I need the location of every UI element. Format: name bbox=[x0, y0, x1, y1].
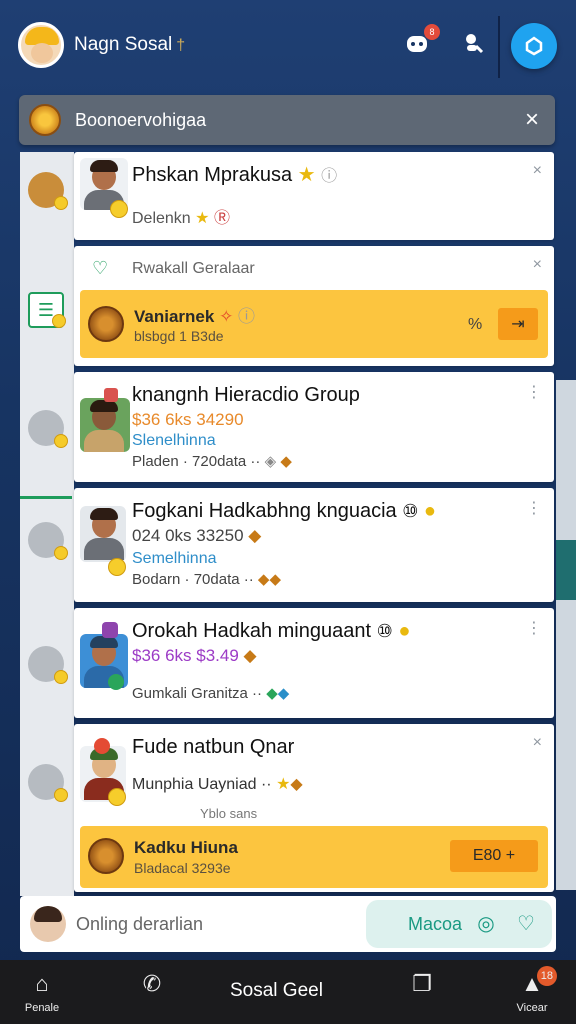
promo-subtitle: Bladacal 3293e bbox=[134, 860, 231, 876]
scroll-edge-accent bbox=[556, 540, 576, 600]
price: 024 0ks 33250 ◆ bbox=[132, 526, 262, 545]
meta: Bodarn · 70data ·· ◆◆ bbox=[132, 571, 281, 588]
coin-icon bbox=[108, 558, 126, 576]
nav-pages[interactable]: ❐ bbox=[410, 972, 434, 996]
group-card[interactable]: Orokah Hadkah minguaant ⑩ ● $36 6ks $3.4… bbox=[74, 608, 554, 718]
nav-center-label[interactable]: Sosal Geel bbox=[230, 980, 323, 1002]
group-title: knangnh Hieracdio Group bbox=[132, 384, 360, 406]
suggestion-header: Rwakall Geralaar bbox=[132, 260, 255, 277]
rail-item-search-icon[interactable] bbox=[28, 764, 68, 802]
bot-icon[interactable]: 8 bbox=[402, 24, 440, 58]
rail-item-circle-icon[interactable] bbox=[28, 410, 68, 448]
online-badge bbox=[108, 674, 124, 690]
close-icon[interactable]: × bbox=[533, 162, 542, 180]
price: $36 6ks 34290 bbox=[132, 410, 244, 429]
nav-home[interactable]: ⌂ Penale bbox=[20, 971, 64, 1015]
medal-icon bbox=[88, 838, 124, 874]
side-rail: ☰ bbox=[20, 152, 74, 896]
phone-icon: ✆ bbox=[142, 971, 162, 996]
home-icon: ⌂ bbox=[35, 971, 49, 996]
search-banner[interactable]: Boonoervohigaa × bbox=[19, 95, 555, 145]
rail-item-food-icon[interactable] bbox=[28, 172, 68, 210]
composer-action[interactable]: Macoa ◎ ♡ bbox=[366, 900, 552, 948]
promo-subtitle: blsbgd 1 B3de bbox=[134, 328, 224, 344]
promo-title: Vaniarnek ✧ ⓘ bbox=[134, 307, 256, 326]
group-card[interactable]: Fogkani Hadkabhng knguacia ⑩ ● 024 0ks 3… bbox=[74, 488, 554, 602]
more-icon[interactable]: ⋮ bbox=[526, 618, 542, 638]
category: Slenelhinna bbox=[132, 432, 216, 449]
group-card[interactable]: knangnh Hieracdio Group $36 6ks 34290 Sl… bbox=[74, 372, 554, 482]
rail-active-indicator bbox=[20, 496, 72, 499]
composer: Onling derarlian Macoa ◎ ♡ bbox=[20, 896, 556, 952]
heart-icon: ♡ bbox=[92, 258, 109, 278]
nav-viewer[interactable]: ▲ 18 Vicear bbox=[510, 966, 557, 1014]
target-icon[interactable]: ◎ bbox=[474, 912, 498, 936]
user-avatar bbox=[30, 906, 66, 942]
promo-button[interactable]: E80 + bbox=[450, 840, 538, 872]
category: Semelhinna bbox=[132, 550, 217, 567]
notification-badge: 18 bbox=[536, 966, 557, 986]
price: $36 6ks $3.49 ◆ bbox=[132, 646, 257, 665]
post-subtitle: Delenkn ★ Ⓡ bbox=[132, 210, 230, 227]
coin-icon bbox=[108, 788, 126, 806]
badge-icon bbox=[102, 622, 118, 638]
more-icon[interactable]: ⋮ bbox=[526, 382, 542, 402]
more-icon[interactable]: ⋮ bbox=[526, 498, 542, 518]
meta: Pladen · 720data ·· ◈ ◆ bbox=[132, 453, 292, 470]
medal-icon bbox=[29, 104, 61, 136]
coin-icon bbox=[110, 200, 128, 218]
composer-input[interactable]: Onling derarlian bbox=[76, 914, 203, 935]
post-title: Fude natbun Qnar bbox=[132, 736, 295, 758]
suggestion-card[interactable]: ♡ Rwakall Geralaar × Vaniarnek ✧ ⓘ blsbg… bbox=[74, 246, 554, 366]
percent-icon: % bbox=[468, 316, 483, 333]
heart-icon[interactable]: ♡ bbox=[514, 912, 538, 936]
profile-icon: ▲ 18 bbox=[521, 966, 557, 996]
post-card[interactable]: Phskan Mprakusa ★ ⓘ Delenkn ★ Ⓡ × bbox=[74, 152, 554, 240]
rail-item-chat-icon[interactable] bbox=[28, 522, 68, 560]
composer-action-label: Macoa bbox=[408, 913, 463, 934]
group-title: Fogkani Hadkabhng knguacia ⑩ ● bbox=[132, 500, 436, 522]
group-title: Orokah Hadkah minguaant ⑩ ● bbox=[132, 620, 411, 642]
rail-item-list-icon[interactable]: ☰ bbox=[28, 292, 66, 328]
note: Yblo sans bbox=[200, 806, 258, 821]
post-title: Phskan Mprakusa ★ ⓘ bbox=[132, 164, 338, 186]
promo-banner[interactable]: Vaniarnek ✧ ⓘ blsbgd 1 B3de % ⇥ bbox=[80, 290, 548, 358]
medal-icon bbox=[88, 306, 124, 342]
copy-icon: ❐ bbox=[412, 971, 432, 996]
avatar bbox=[80, 506, 126, 562]
promo-button[interactable]: ⇥ bbox=[498, 308, 538, 340]
bottom-nav: ⌂ Penale ✆ Sosal Geel ❐ ▲ 18 Vicear bbox=[0, 960, 576, 1024]
scroll-edge bbox=[556, 380, 576, 890]
notification-badge: 8 bbox=[424, 24, 440, 40]
promo-banner[interactable]: Kadku Hiuna Bladacal 3293e E80 + bbox=[80, 826, 548, 888]
banner-title: Boonoervohigaa bbox=[75, 109, 207, 130]
close-icon[interactable]: × bbox=[533, 734, 542, 752]
post-subtitle: Munphia Uayniad ·· ★◆ bbox=[132, 776, 303, 793]
person-search-icon[interactable] bbox=[458, 28, 488, 58]
notification-badge bbox=[94, 738, 110, 754]
divider bbox=[498, 16, 500, 78]
profile-avatar[interactable] bbox=[18, 22, 64, 68]
close-icon[interactable]: × bbox=[533, 256, 542, 274]
close-icon[interactable]: × bbox=[517, 106, 547, 134]
promo-card[interactable]: Fude natbun Qnar Munphia Uayniad ·· ★◆ Y… bbox=[74, 724, 554, 892]
app-title: Nagn Sosal † bbox=[74, 34, 186, 55]
avatar bbox=[80, 398, 130, 452]
meta: Gumkali Granitza ·· ◆◆ bbox=[132, 685, 290, 702]
promo-title: Kadku Hiuna bbox=[134, 838, 238, 857]
sync-button[interactable] bbox=[511, 23, 557, 69]
nav-call[interactable]: ✆ bbox=[140, 972, 164, 996]
top-bar: Nagn Sosal † 8 bbox=[0, 0, 576, 90]
badge-icon bbox=[104, 388, 118, 402]
rail-item-globe-icon[interactable] bbox=[28, 646, 68, 684]
